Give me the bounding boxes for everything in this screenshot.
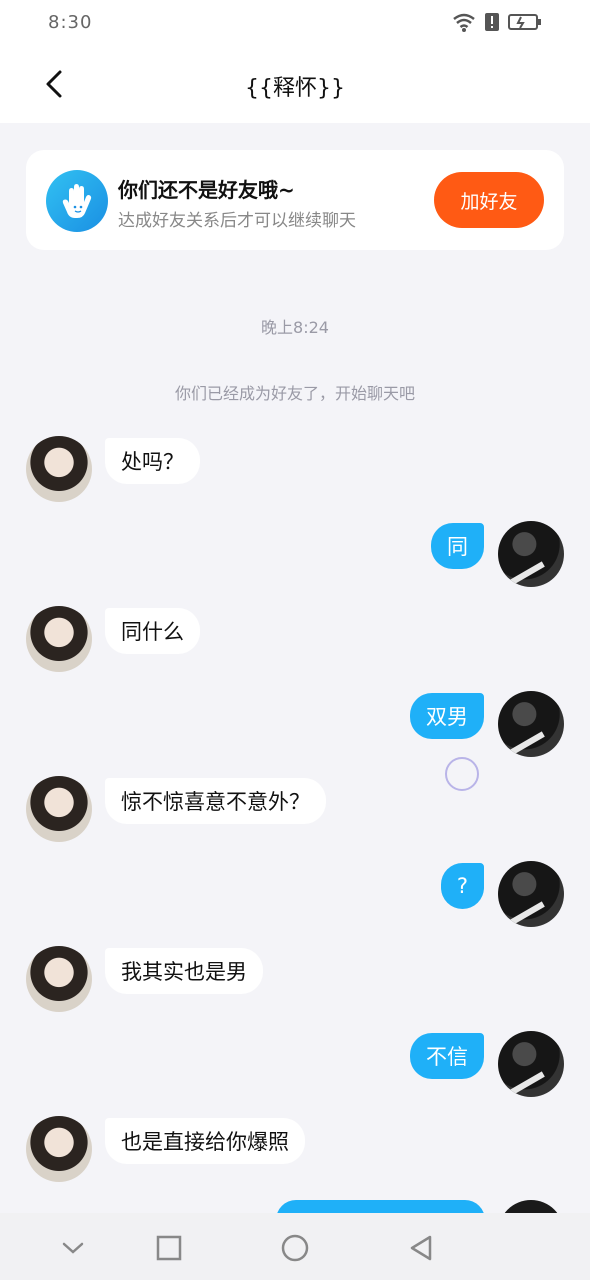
my-avatar[interactable] (498, 1031, 564, 1097)
status-icons (452, 12, 542, 32)
system-nav-bar (0, 1213, 590, 1280)
message-row: ? (0, 861, 590, 927)
card-title: 你们还不是好友哦~ (118, 178, 295, 202)
add-friend-button[interactable]: 加好友 (434, 172, 544, 228)
nav-down-button[interactable] (58, 1233, 88, 1263)
alert-icon (484, 12, 500, 32)
status-time: 8:30 (48, 12, 93, 33)
circle-icon (281, 1234, 309, 1262)
nav-home-button[interactable] (280, 1233, 310, 1263)
contact-avatar[interactable] (26, 606, 92, 672)
nav-recent-button[interactable] (154, 1233, 184, 1263)
square-icon (156, 1235, 182, 1261)
message-bubble[interactable]: 同什么 (105, 608, 200, 654)
contact-avatar[interactable] (26, 776, 92, 842)
triangle-back-icon (410, 1235, 432, 1261)
contact-avatar[interactable] (26, 1116, 92, 1182)
my-avatar[interactable] (498, 861, 564, 927)
message-row: 双男 (0, 691, 590, 757)
my-avatar[interactable] (498, 521, 564, 587)
chat-title: {{释怀}} (245, 76, 345, 101)
message-bubble[interactable]: 我其实也是男 (105, 948, 263, 994)
message-bubble[interactable]: 双男 (410, 693, 484, 739)
touch-indicator (445, 757, 479, 791)
message-bubble[interactable]: 不信 (410, 1033, 484, 1079)
wifi-icon (452, 12, 476, 32)
my-avatar[interactable] (498, 691, 564, 757)
card-subtitle: 达成好友关系后才可以继续聊天 (118, 211, 356, 231)
message-row: 同什么 (0, 606, 590, 672)
status-bar: 8:30 (0, 0, 590, 48)
title-bar: {{释怀}} (0, 48, 590, 123)
waving-hand-icon (46, 170, 108, 232)
message-bubble[interactable]: 处吗？ (105, 438, 200, 484)
contact-avatar[interactable] (26, 436, 92, 502)
message-row: 不信 (0, 1031, 590, 1097)
battery-charging-icon (508, 13, 542, 31)
message-bubble[interactable]: 同 (431, 523, 484, 569)
contact-avatar[interactable] (26, 946, 92, 1012)
message-row: 惊不惊喜意不意外？ (0, 776, 590, 842)
message-row: 处吗？ (0, 436, 590, 502)
time-label: 晚上8:24 (261, 318, 329, 337)
message-bubble[interactable]: 惊不惊喜意不意外？ (105, 778, 326, 824)
chevron-down-icon (62, 1242, 84, 1254)
message-row: 我其实也是男 (0, 946, 590, 1012)
friend-request-card: 你们还不是好友哦~ 达成好友关系后才可以继续聊天 加好友 (26, 150, 564, 250)
message-row: 也是直接给你爆照 (0, 1116, 590, 1182)
nav-back-button[interactable] (406, 1233, 436, 1263)
message-row: 同 (0, 521, 590, 587)
message-bubble[interactable]: 也是直接给你爆照 (105, 1118, 305, 1164)
system-notice: 你们已经成为好友了，开始聊天吧 (174, 384, 415, 403)
message-bubble[interactable]: ? (440, 863, 484, 909)
